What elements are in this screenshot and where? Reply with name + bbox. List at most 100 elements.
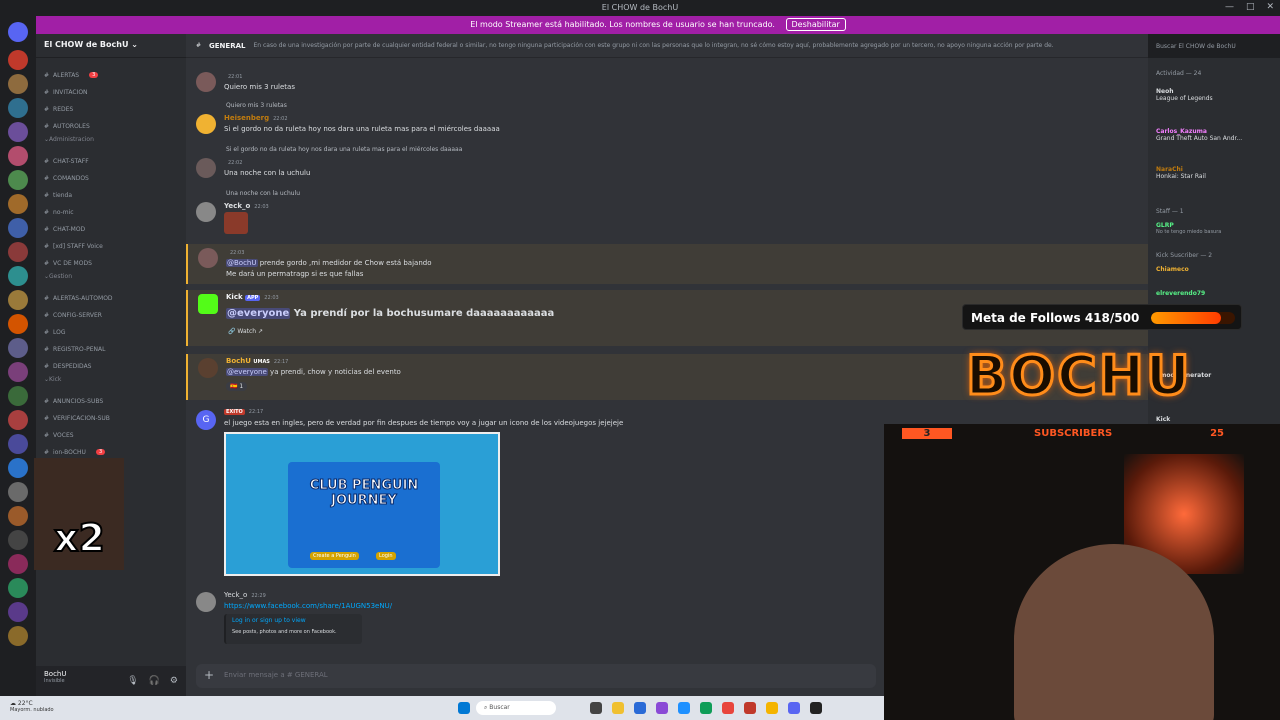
channel-item[interactable]: # no-mic xyxy=(44,205,74,219)
server-icon[interactable] xyxy=(8,482,28,502)
reply-preview[interactable]: Una noche con la uchulu xyxy=(226,190,300,197)
windows-start-icon[interactable] xyxy=(458,702,470,714)
server-icon[interactable] xyxy=(8,170,28,190)
chrome-icon[interactable] xyxy=(722,702,734,714)
channel-topic[interactable]: En caso de una investigación por parte d… xyxy=(253,42,1053,49)
server-icon[interactable] xyxy=(8,314,28,334)
message-author[interactable]: Yeck_o 22:29 xyxy=(224,591,266,599)
server-icon[interactable] xyxy=(8,338,28,358)
member-item[interactable]: Chiameco xyxy=(1156,266,1276,273)
channel-item[interactable]: # LOG xyxy=(44,325,66,339)
reply-preview[interactable]: Si el gordo no da ruleta hoy nos dara un… xyxy=(226,146,462,153)
message-author[interactable]: Heisenberg 22:02 xyxy=(224,114,288,122)
channel-item[interactable]: # [xd] STAFF Voice xyxy=(44,239,103,253)
discord-home-icon[interactable] xyxy=(8,22,28,42)
server-icon[interactable] xyxy=(8,146,28,166)
server-icon[interactable] xyxy=(8,218,28,238)
channel-item[interactable]: # INVITACION xyxy=(44,85,88,99)
embed-title[interactable]: Log in or sign up to view xyxy=(232,617,356,624)
message-author[interactable]: BochU UMAS 22:17 xyxy=(226,357,288,365)
channel-item[interactable]: # CHAT-STAFF xyxy=(44,154,89,168)
disable-streamer-button[interactable]: Deshabilitar xyxy=(785,18,846,31)
mention[interactable]: @BochU xyxy=(226,259,258,267)
app-icon[interactable] xyxy=(678,702,690,714)
server-icon[interactable] xyxy=(8,98,28,118)
maximize-icon[interactable]: □ xyxy=(1246,2,1255,12)
channel-item[interactable]: # ALERTAS 3 xyxy=(44,68,99,82)
chrome-icon[interactable] xyxy=(766,702,778,714)
channel-item[interactable]: # tienda xyxy=(44,188,72,202)
weather-widget[interactable]: ☁ 22°C Mayorm. nublado xyxy=(10,700,54,713)
member-item[interactable]: GLRP No te tengo miedo basura xyxy=(1156,222,1276,235)
server-icon[interactable] xyxy=(8,626,28,646)
search-input[interactable]: Buscar El CHOW de BochU xyxy=(1152,40,1262,53)
avatar[interactable]: G xyxy=(196,410,216,430)
server-icon[interactable] xyxy=(8,74,28,94)
server-icon[interactable] xyxy=(8,242,28,262)
channel-item[interactable]: # ion-BOCHU 3 xyxy=(44,445,106,459)
reply-preview[interactable]: Quiero mis 3 ruletas xyxy=(226,102,287,109)
mic-icon[interactable]: 🎙 xyxy=(127,676,138,686)
channel-item[interactable]: # AUTOROLES xyxy=(44,119,90,133)
channel-item[interactable]: # COMANDOS xyxy=(44,171,89,185)
mention[interactable]: @everyone xyxy=(226,308,291,319)
channel-item[interactable]: # VC DE MODS xyxy=(44,256,92,270)
server-icon[interactable] xyxy=(8,434,28,454)
server-icon[interactable] xyxy=(8,50,28,70)
channel-item[interactable]: # CHAT-MOD xyxy=(44,222,85,236)
avatar[interactable] xyxy=(196,114,216,134)
avatar[interactable] xyxy=(196,158,216,178)
channel-item[interactable]: # VERIFICACION-SUB xyxy=(44,411,110,425)
discord-icon[interactable] xyxy=(788,702,800,714)
app-icon[interactable] xyxy=(634,702,646,714)
member-item[interactable]: elreverendo79 xyxy=(1156,290,1276,297)
headphones-icon[interactable]: 🎧 xyxy=(149,676,160,686)
reaction[interactable]: 🇪🇸 1 xyxy=(226,382,248,391)
app-icon[interactable] xyxy=(700,702,712,714)
avatar[interactable] xyxy=(196,72,216,92)
server-icon[interactable] xyxy=(8,410,28,430)
server-icon[interactable] xyxy=(8,386,28,406)
server-icon[interactable] xyxy=(8,458,28,478)
avatar[interactable] xyxy=(198,358,218,378)
obs-icon[interactable] xyxy=(810,702,822,714)
message-author[interactable]: 22:01 xyxy=(224,72,242,80)
server-icon[interactable] xyxy=(8,266,28,286)
message-author[interactable]: 22:02 xyxy=(224,158,242,166)
server-icon[interactable] xyxy=(8,362,28,382)
watch-button[interactable]: 🔗 Watch ↗ xyxy=(228,328,263,335)
member-item[interactable]: Carlos_Kazuma Grand Theft Auto San Andr..… xyxy=(1156,128,1276,142)
app-icon[interactable] xyxy=(744,702,756,714)
avatar[interactable] xyxy=(198,248,218,268)
member-item[interactable]: Kick xyxy=(1156,416,1276,423)
message-input[interactable]: + Enviar mensaje a # GENERAL xyxy=(196,664,876,688)
channel-item[interactable]: # REGISTRO-PENAL xyxy=(44,342,105,356)
folder-icon[interactable] xyxy=(612,702,624,714)
message-author[interactable]: EXITO 22:17 xyxy=(224,408,263,415)
server-icon[interactable] xyxy=(8,578,28,598)
taskbar-search[interactable]: ⌕ Buscar xyxy=(476,701,556,715)
add-attachment-icon[interactable]: + xyxy=(204,668,214,682)
channel-category[interactable]: ⌄Gestion xyxy=(44,273,72,280)
channel-category[interactable]: ⌄Administracion xyxy=(44,136,94,143)
channel-category[interactable]: ⌄Kick xyxy=(44,376,61,383)
server-icon[interactable] xyxy=(8,506,28,526)
member-item[interactable]: Neoh League of Legends xyxy=(1156,88,1276,102)
server-icon[interactable] xyxy=(8,194,28,214)
mention[interactable]: @everyone xyxy=(226,368,268,376)
server-icon[interactable] xyxy=(8,554,28,574)
channel-item[interactable]: # DESPEDIDAS xyxy=(44,359,91,373)
avatar[interactable] xyxy=(196,202,216,222)
message-author[interactable]: Yeck_o 22:03 xyxy=(224,202,269,210)
close-icon[interactable]: ✕ xyxy=(1266,2,1274,12)
channel-item[interactable]: # ALERTAS-AUTOMOD xyxy=(44,291,113,305)
channel-item[interactable]: # CONFIG-SERVER xyxy=(44,308,102,322)
channel-item[interactable]: # ANUNCIOS-SUBS xyxy=(44,394,103,408)
message-link[interactable]: https://www.facebook.com/share/1AUGN53eN… xyxy=(224,602,392,610)
image-attachment[interactable]: CLUB PENGUIN JOURNEY Create a Penguin Lo… xyxy=(224,432,500,576)
server-icon[interactable] xyxy=(8,122,28,142)
minimize-icon[interactable]: — xyxy=(1225,2,1234,12)
channel-item[interactable]: # VOCES xyxy=(44,428,74,442)
server-icon[interactable] xyxy=(8,290,28,310)
server-icon[interactable] xyxy=(8,602,28,622)
